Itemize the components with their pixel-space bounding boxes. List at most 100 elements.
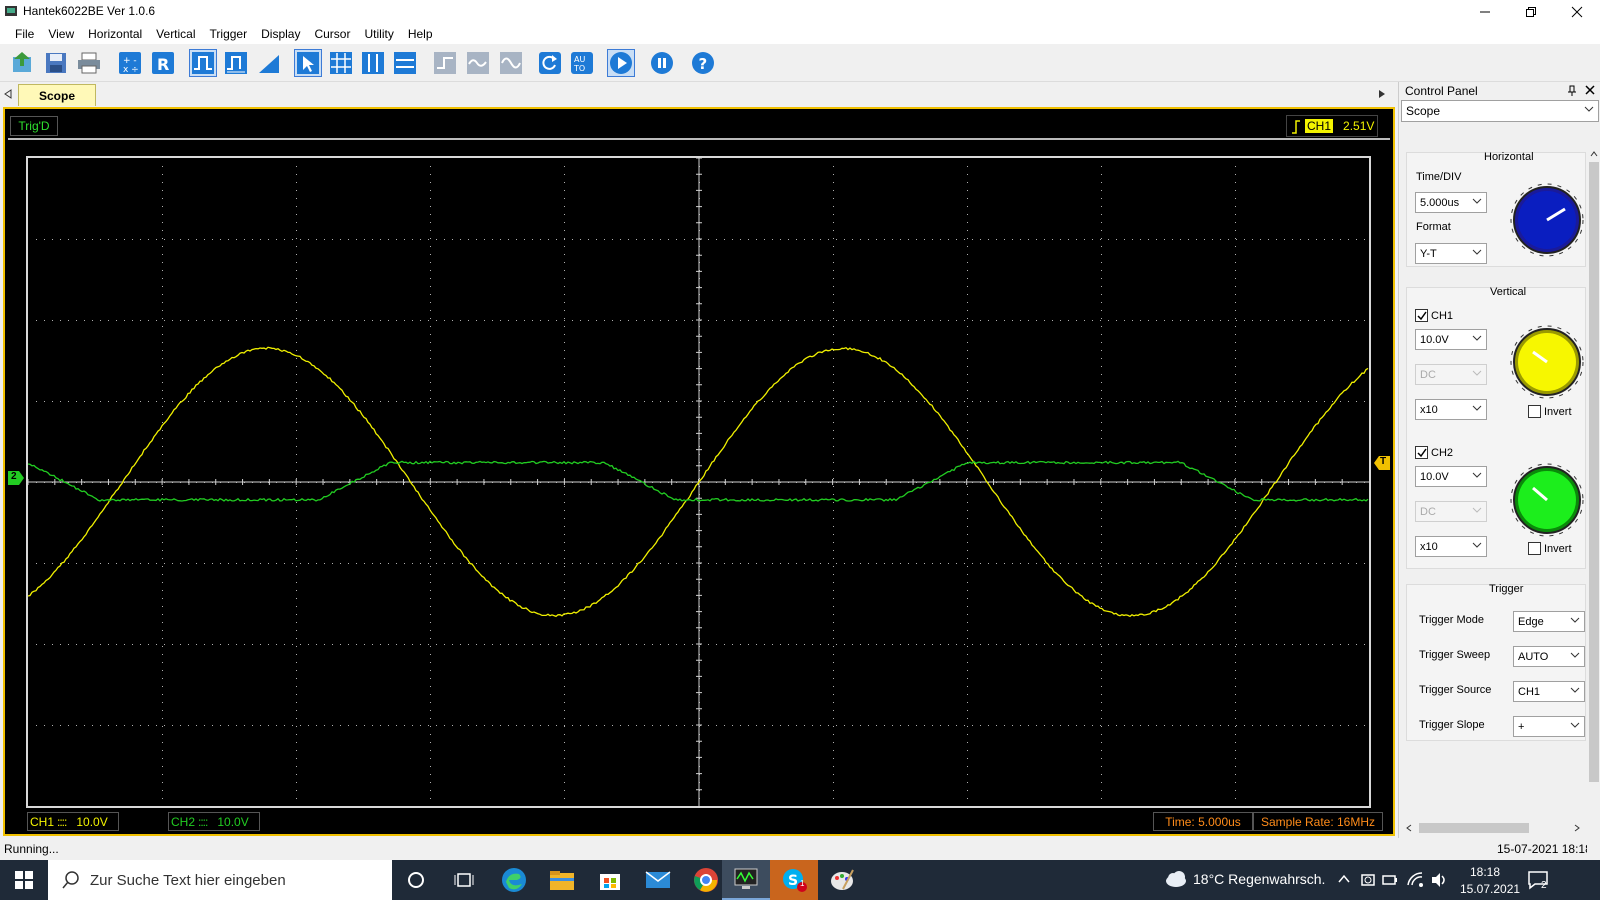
menu-cursor[interactable]: Cursor [307, 27, 357, 41]
ch2-volts-select[interactable]: 10.0V [1415, 466, 1487, 487]
time-div-label: Time/DIV [1416, 171, 1461, 183]
volume-icon[interactable] [1430, 871, 1448, 889]
chevron-up-icon[interactable] [1338, 874, 1350, 884]
scroll-up-icon[interactable] [1590, 150, 1598, 158]
minimize-button[interactable] [1462, 0, 1508, 23]
refresh-button[interactable] [536, 49, 564, 77]
waveform-display[interactable] [26, 156, 1371, 808]
clock-date[interactable]: 15.07.2021 [1460, 882, 1520, 896]
panel-close-icon[interactable] [1585, 85, 1595, 95]
run-icon [609, 51, 633, 75]
step-button[interactable] [431, 49, 459, 77]
camera-icon[interactable] [1360, 871, 1376, 889]
ch1-probe-select[interactable]: x10 [1415, 399, 1487, 420]
pin-icon[interactable] [1567, 85, 1577, 97]
ch2-probe-select[interactable]: x10 [1415, 536, 1487, 557]
taskbar-search[interactable]: Zur Suche Text hier eingeben [48, 860, 392, 900]
tab-scroll-left-icon[interactable] [4, 89, 12, 99]
ch1-invert-label: Invert [1544, 406, 1572, 418]
menu-vertical[interactable]: Vertical [149, 27, 202, 41]
pulse-button[interactable] [222, 49, 250, 77]
cursor-horizontal-icon [393, 51, 417, 75]
restore-button[interactable] [1508, 0, 1554, 23]
print-button[interactable] [75, 49, 103, 77]
panel-mode-select[interactable]: Scope [1401, 100, 1599, 122]
horizontal-scroll-thumb[interactable] [1419, 823, 1529, 833]
menu-file[interactable]: File [8, 27, 41, 41]
wifi-icon[interactable] [1406, 871, 1424, 889]
tab-scope[interactable]: Scope [18, 84, 96, 106]
menu-horizontal[interactable]: Horizontal [81, 27, 149, 41]
cortana-button[interactable] [392, 860, 440, 900]
time-div-knob[interactable] [1509, 182, 1585, 258]
ramp-button[interactable] [255, 49, 283, 77]
ch2-enable-checkbox[interactable] [1415, 446, 1428, 459]
close-button[interactable] [1554, 0, 1600, 23]
trigger-slope-select[interactable]: + [1513, 716, 1585, 737]
chevron-down-icon [1472, 368, 1482, 378]
search-placeholder: Zur Suche Text hier eingeben [90, 872, 286, 889]
ch1-volts-select[interactable]: 10.0V [1415, 329, 1487, 350]
trigger-mode-select[interactable]: Edge [1513, 611, 1585, 632]
menu-utility[interactable]: Utility [357, 27, 400, 41]
help-button[interactable]: ? [689, 49, 717, 77]
ch2-volts-knob[interactable] [1509, 462, 1585, 538]
save-button[interactable] [42, 49, 70, 77]
hantek-button[interactable] [722, 860, 770, 900]
clock-time[interactable]: 18:18 [1470, 865, 1500, 879]
menu-display[interactable]: Display [254, 27, 307, 41]
start-button[interactable] [0, 860, 48, 900]
tab-scroll-right-icon[interactable] [1378, 89, 1386, 99]
skype-button[interactable]: S 1 [770, 860, 818, 900]
save-icon [43, 50, 69, 76]
ch2-info: CH2 :::: 10.0V [168, 812, 260, 831]
scroll-right-icon[interactable] [1573, 824, 1581, 832]
ch1-invert-checkbox[interactable] [1528, 405, 1541, 418]
ch1-volts-knob[interactable] [1509, 324, 1585, 400]
run-button[interactable] [607, 49, 635, 77]
pause-button[interactable] [648, 49, 676, 77]
ch2-label: CH2 [171, 815, 195, 829]
task-view-button[interactable] [440, 860, 488, 900]
menu-help[interactable]: Help [401, 27, 440, 41]
select-button[interactable] [294, 49, 322, 77]
vertical-scrollbar[interactable] [1587, 148, 1600, 888]
cursor-horizontal-button[interactable] [391, 49, 419, 77]
mail-button[interactable] [634, 860, 682, 900]
scroll-left-icon[interactable] [1405, 824, 1413, 832]
weather-text[interactable]: 18°C Regenwahrsch. [1193, 871, 1325, 887]
horizontal-scrollbar[interactable] [1401, 820, 1587, 836]
battery-icon[interactable] [1382, 871, 1398, 889]
sine-small-button[interactable] [464, 49, 492, 77]
chevron-down-icon [1472, 470, 1482, 480]
time-div-select[interactable]: 5.000us [1415, 192, 1487, 213]
sine-button[interactable] [497, 49, 525, 77]
ch1-enable-checkbox[interactable] [1415, 309, 1428, 322]
ch2-invert-checkbox[interactable] [1528, 542, 1541, 555]
explorer-button[interactable] [538, 860, 586, 900]
menu-trigger[interactable]: Trigger [203, 27, 255, 41]
math-button[interactable]: + -x ÷ [116, 49, 144, 77]
store-button[interactable] [586, 860, 634, 900]
trigger-sweep-select[interactable]: AUTO [1513, 646, 1585, 667]
reference-button[interactable]: R [149, 49, 177, 77]
pulse-icon [224, 51, 248, 75]
trigger-source-select[interactable]: CH1 [1513, 681, 1585, 702]
trigger-level-marker[interactable]: T [1374, 456, 1390, 470]
menu-view[interactable]: View [41, 27, 81, 41]
open-button[interactable] [9, 49, 37, 77]
ch2-ground-marker[interactable]: 2 [8, 471, 24, 485]
paint-button[interactable] [818, 860, 866, 900]
format-select[interactable]: Y-T [1415, 243, 1487, 264]
vertical-scroll-thumb[interactable] [1589, 162, 1599, 782]
grid-button[interactable] [327, 49, 355, 77]
chevron-down-icon [1472, 540, 1482, 550]
edge-button[interactable] [490, 860, 538, 900]
close-icon [1571, 6, 1583, 18]
cursor-vertical-button[interactable] [359, 49, 387, 77]
auto-button[interactable]: AU TO [568, 49, 596, 77]
rising-edge-button[interactable] [189, 49, 217, 77]
weather-cloud-icon[interactable] [1164, 870, 1188, 888]
skype-badge: 1 [800, 879, 804, 888]
step-icon [433, 51, 457, 75]
